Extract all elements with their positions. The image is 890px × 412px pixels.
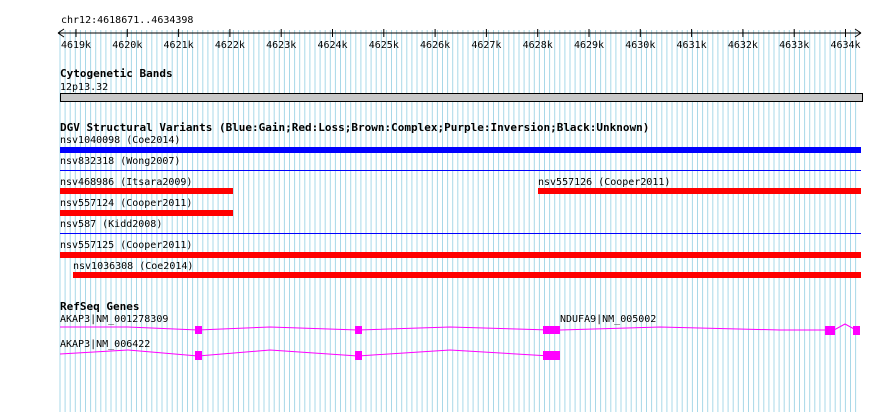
- gene-intron-line: [59, 349, 551, 357]
- variant-label: nsv832318 (Wong2007): [60, 156, 181, 167]
- cytoband-label: 12p13.32: [60, 82, 109, 93]
- ruler-tick-label: 4625k: [369, 40, 399, 50]
- variant-bar-loss[interactable]: [538, 188, 861, 194]
- ruler-tick-label: 4619k: [61, 40, 91, 50]
- gene-intron-line: [60, 326, 551, 331]
- refseq-track-title: RefSeq Genes: [60, 300, 140, 313]
- ruler-tick-label: 4630k: [625, 40, 655, 50]
- variant-bar-loss[interactable]: [60, 252, 861, 258]
- ruler-tick-label: 4628k: [523, 40, 553, 50]
- variant-row-divider: [60, 170, 861, 171]
- ruler-tick-label: 4622k: [215, 40, 245, 50]
- gene-exon[interactable]: [543, 351, 560, 360]
- cytoband-track-title: Cytogenetic Bands: [60, 67, 173, 80]
- variant-bar-loss[interactable]: [60, 188, 233, 194]
- ruler-tick-label: 4623k: [266, 40, 296, 50]
- gene-exon[interactable]: [195, 326, 202, 334]
- variant-row-divider: [60, 233, 861, 234]
- ruler-tick-label: 4627k: [471, 40, 501, 50]
- variant-label: nsv587 (Kidd2008): [60, 219, 163, 230]
- ruler-tick-label: 4626k: [420, 40, 450, 50]
- variant-label: nsv1040098 (Coe2014): [60, 135, 181, 146]
- dgv-track-title: DGV Structural Variants (Blue:Gain;Red:L…: [60, 121, 650, 134]
- cytoband-bar[interactable]: [60, 93, 863, 102]
- region-label: chr12:4618671..4634398: [61, 15, 194, 26]
- ruler-tick-label: 4624k: [317, 40, 347, 50]
- variant-label: nsv557126 (Cooper2011): [538, 177, 671, 188]
- variant-label: nsv1036308 (Coe2014): [73, 261, 194, 272]
- variant-bar-loss[interactable]: [73, 272, 861, 278]
- gene-exon[interactable]: [195, 351, 202, 360]
- gene-exon[interactable]: [825, 326, 835, 335]
- ruler-tick-label: 4621k: [164, 40, 194, 50]
- variant-bar-loss[interactable]: [60, 210, 233, 216]
- gene-intron-line: [559, 323, 857, 331]
- ruler-tick-label: 4631k: [677, 40, 707, 50]
- ruler-tick-label: 4634k: [830, 40, 860, 50]
- coordinate-ruler[interactable]: 4619k 4620k 4621k 4622k 4623k 4624k 4625k 4626k…: [55, 26, 865, 50]
- variant-label: nsv557125 (Cooper2011): [60, 240, 193, 251]
- ruler-tick-label: 4629k: [574, 40, 604, 50]
- gene-exon[interactable]: [853, 326, 860, 335]
- ruler-tick-label: 4632k: [728, 40, 758, 50]
- gene-models[interactable]: [0, 318, 890, 368]
- gene-exon[interactable]: [355, 351, 362, 360]
- variant-label: nsv557124 (Cooper2011): [60, 198, 193, 209]
- variant-label: nsv468986 (Itsara2009): [60, 177, 193, 188]
- variant-bar-gain[interactable]: [60, 147, 861, 153]
- ruler-tick-label: 4620k: [112, 40, 142, 50]
- ruler-tick-label: 4633k: [779, 40, 809, 50]
- gene-exon[interactable]: [543, 326, 560, 334]
- gene-exon[interactable]: [355, 326, 362, 334]
